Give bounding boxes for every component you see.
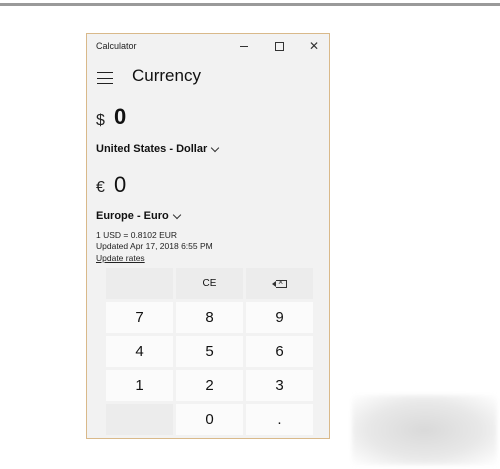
decimal-button[interactable]: . [246, 404, 313, 435]
keypad-blank [106, 268, 173, 299]
to-currency-selector[interactable]: Europe - Euro [96, 210, 181, 222]
key-0[interactable]: 0 [176, 404, 243, 435]
to-currency-label: Europe - Euro [96, 210, 169, 222]
hamburger-icon[interactable] [97, 72, 113, 84]
to-amount[interactable]: 0 [114, 172, 126, 198]
title-bar: Calculator ✕ [87, 34, 329, 58]
key-1[interactable]: 1 [106, 370, 173, 401]
updated-timestamp: Updated Apr 17, 2018 6:55 PM [96, 241, 213, 251]
keypad-blank [106, 404, 173, 435]
from-currency-symbol: $ [96, 112, 105, 129]
mode-title: Currency [132, 66, 201, 85]
update-rates-link[interactable]: Update rates [96, 253, 145, 263]
close-button[interactable]: ✕ [297, 34, 331, 58]
to-currency-symbol: € [96, 179, 105, 196]
key-3[interactable]: 3 [246, 370, 313, 401]
key-7[interactable]: 7 [106, 302, 173, 333]
key-5[interactable]: 5 [176, 336, 243, 367]
key-6[interactable]: 6 [246, 336, 313, 367]
maximize-button[interactable] [262, 34, 296, 58]
key-4[interactable]: 4 [106, 336, 173, 367]
close-icon: ✕ [308, 39, 320, 53]
from-amount[interactable]: 0 [114, 104, 126, 130]
keypad: CE 7 8 9 4 5 6 1 2 3 0 . [106, 268, 314, 436]
backspace-button[interactable] [246, 268, 313, 299]
minimize-icon [240, 45, 248, 47]
watermark [352, 395, 497, 465]
backspace-icon [272, 277, 287, 288]
minimize-button[interactable] [227, 34, 261, 58]
from-currency-selector[interactable]: United States - Dollar [96, 143, 220, 155]
from-currency-label: United States - Dollar [96, 143, 208, 155]
top-divider [0, 3, 500, 6]
maximize-icon [274, 41, 284, 51]
key-9[interactable]: 9 [246, 302, 313, 333]
exchange-rate: 1 USD = 0.8102 EUR [96, 230, 178, 240]
calculator-window: Calculator ✕ Currency $ 0 United States … [86, 33, 330, 439]
key-2[interactable]: 2 [176, 370, 243, 401]
window-title: Calculator [96, 41, 137, 51]
chevron-down-icon [172, 210, 181, 219]
key-8[interactable]: 8 [176, 302, 243, 333]
chevron-down-icon [211, 143, 220, 152]
clear-entry-button[interactable]: CE [176, 268, 243, 299]
